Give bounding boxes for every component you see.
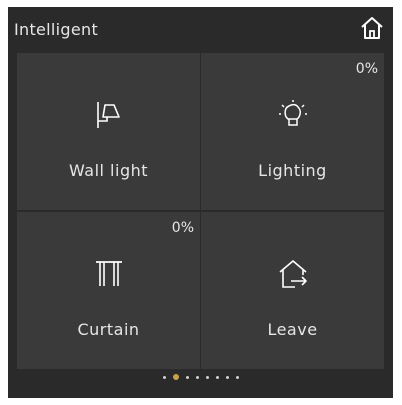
page-dot[interactable] (185, 375, 189, 379)
curtain-icon (93, 258, 125, 290)
page-dot[interactable] (205, 375, 209, 379)
page-dot-active[interactable] (172, 374, 179, 380)
scene-panel: Intelligent Wall light 0% Lighting 0% Cu… (8, 7, 393, 398)
page-dot[interactable] (215, 375, 219, 379)
panel-title: Intelligent (14, 20, 99, 39)
tile-percent: 0% (355, 61, 378, 77)
page-dot[interactable] (162, 375, 166, 379)
page-indicator[interactable] (8, 373, 393, 381)
tile-label: Curtain (77, 320, 140, 339)
bulb-icon (277, 99, 309, 131)
home-icon[interactable] (359, 15, 385, 41)
tile-leave[interactable]: Leave (201, 212, 384, 369)
panel-header: Intelligent (8, 7, 393, 53)
tile-lighting[interactable]: 0% Lighting (201, 53, 384, 210)
tile-curtain[interactable]: 0% Curtain (17, 212, 200, 369)
tile-label: Leave (267, 320, 318, 339)
tile-label: Wall light (68, 161, 149, 180)
page-dot[interactable] (195, 375, 199, 379)
tile-label: Lighting (258, 161, 327, 180)
tile-percent: 0% (171, 220, 194, 236)
tile-wall-light[interactable]: Wall light (17, 53, 200, 210)
device-grid: Wall light 0% Lighting 0% Curtain Leave (17, 53, 384, 369)
page-dot[interactable] (235, 375, 239, 379)
leave-home-icon (277, 258, 309, 290)
wall-light-icon (93, 99, 125, 131)
page-dot[interactable] (225, 375, 229, 379)
